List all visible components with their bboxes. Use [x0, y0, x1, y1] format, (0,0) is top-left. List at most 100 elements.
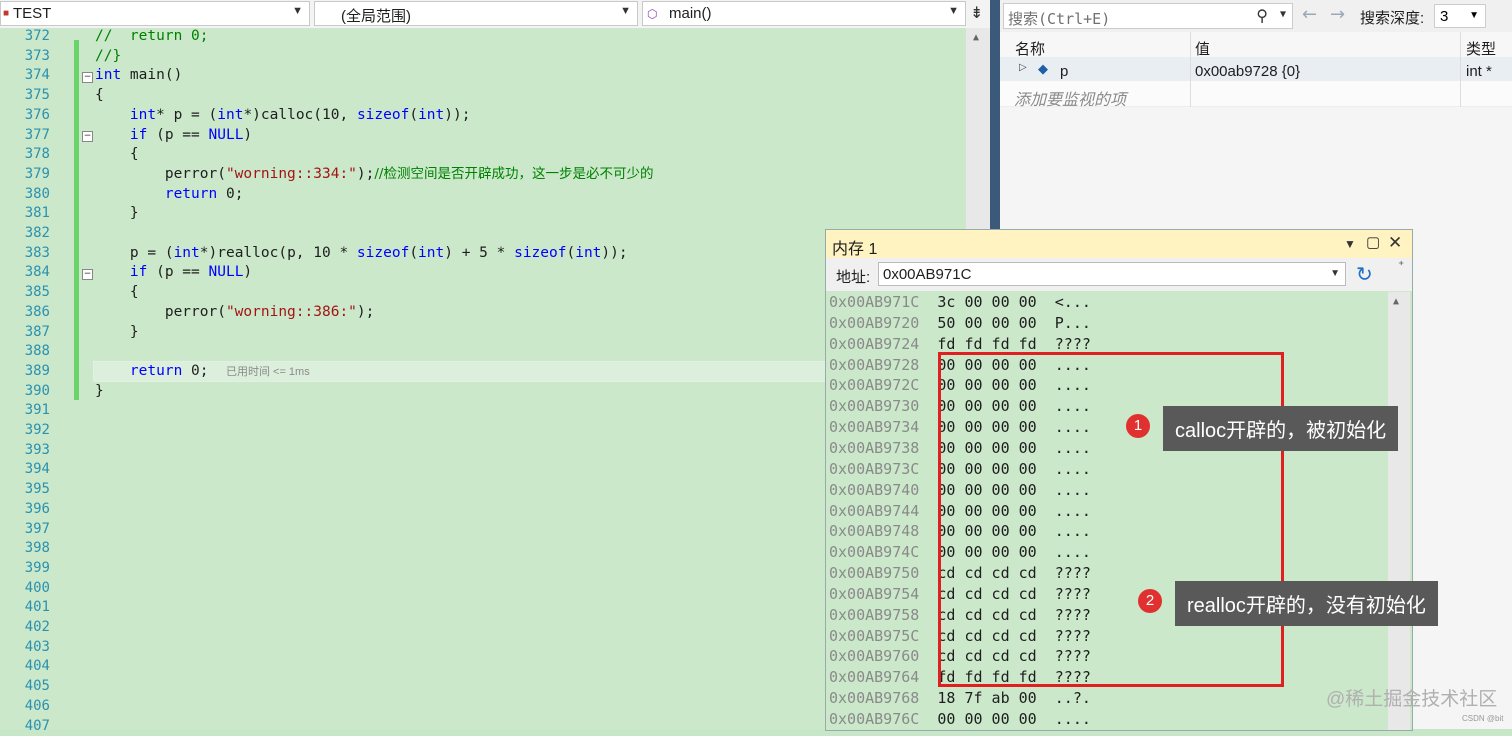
dropdown-arrow-icon[interactable]: ▼	[1344, 237, 1356, 251]
code-line: }	[95, 204, 139, 224]
search-depth-select[interactable]: 3 ▼	[1434, 4, 1486, 28]
search-placeholder: 搜索(Ctrl+E)	[1008, 8, 1110, 29]
code-line: }	[95, 382, 104, 402]
refresh-icon[interactable]: ↻	[1356, 262, 1373, 287]
memory-row-address: 0x00AB9720	[829, 314, 919, 332]
line-number: 381	[0, 204, 50, 224]
code-line: {	[95, 86, 104, 106]
address-input[interactable]: 0x00AB971C ▼	[878, 262, 1346, 286]
split-view-icon[interactable]: ⇟	[970, 3, 983, 23]
project-dropdown[interactable]: ■ TEST ▼	[0, 1, 310, 26]
annotation-badge-1: 1	[1126, 414, 1150, 438]
watch-row-value[interactable]: 0x00ab9728 {0}	[1195, 63, 1300, 80]
expand-icon[interactable]: ▷	[1019, 62, 1027, 73]
scope-dropdown[interactable]: (全局范围) ▼	[314, 1, 638, 26]
add-watch-placeholder[interactable]: 添加要监视的项	[1014, 86, 1126, 110]
address-label: 地址:	[836, 266, 870, 287]
memory-row-address: 0x00AB9730	[829, 397, 919, 415]
line-number: 404	[0, 657, 50, 677]
memory-row-bytes[interactable]: fd fd fd fd	[937, 335, 1036, 353]
column-header-type[interactable]: 类型	[1466, 38, 1496, 60]
line-number: 384	[0, 263, 50, 283]
memory-row-bytes[interactable]: 50 00 00 00	[937, 314, 1036, 332]
memory-row-address: 0x00AB9744	[829, 502, 919, 520]
memory-row-address: 0x00AB9740	[829, 481, 919, 499]
memory-scrollbar[interactable]: ▲	[1388, 292, 1410, 730]
memory-row-address: 0x00AB974C	[829, 543, 919, 561]
code-line: p = (int*)realloc(p, 10 * sizeof(int) + …	[95, 244, 628, 264]
maximize-icon[interactable]: ▢	[1366, 233, 1380, 251]
line-number: 388	[0, 342, 50, 362]
code-line: return 0;	[95, 185, 243, 205]
overflow-icon[interactable]: ⁺	[1398, 258, 1404, 272]
annotation-callout-2: realloc开辟的，没有初始化	[1175, 581, 1438, 626]
line-number: 396	[0, 500, 50, 520]
memory-row-bytes[interactable]: 3c 00 00 00	[937, 293, 1036, 311]
code-line: perror("worning::386:");	[95, 303, 374, 323]
memory-row[interactable]: 0x00AB976C 00 00 00 00 ....	[829, 709, 1091, 730]
line-number: 378	[0, 145, 50, 165]
scope-dropdown-label: (全局范围)	[341, 5, 411, 26]
memory-row-address: 0x00AB9738	[829, 439, 919, 457]
function-dropdown[interactable]: ⬡ main() ▼	[642, 1, 966, 26]
code-line: {	[95, 145, 139, 165]
code-line: //}	[95, 47, 121, 67]
watch-search-input[interactable]: 搜索(Ctrl+E) ⚲ ▼	[1003, 3, 1293, 29]
chevron-down-icon: ▼	[1330, 268, 1340, 279]
search-icon[interactable]: ⚲	[1256, 6, 1268, 25]
collapse-icon[interactable]: −	[82, 72, 93, 83]
scroll-up-icon[interactable]: ▲	[973, 32, 979, 43]
memory-row-address: 0x00AB9750	[829, 564, 919, 582]
memory-row-address: 0x00AB9748	[829, 522, 919, 540]
memory-address-bar: 地址: 0x00AB971C ▼ ↻ ⁺	[826, 258, 1412, 291]
code-editor[interactable]: − − − 3723733743753763773783793803813823…	[0, 28, 966, 729]
memory-row-bytes[interactable]: 00 00 00 00	[937, 710, 1036, 728]
collapse-icon[interactable]: −	[82, 131, 93, 142]
memory-row-address: 0x00AB971C	[829, 293, 919, 311]
annotation-badge-2: 2	[1138, 589, 1162, 613]
memory-window-titlebar[interactable]: 内存 1 ▼ ▢ ✕	[826, 230, 1412, 258]
chevron-down-icon: ▼	[1469, 10, 1479, 21]
line-number: 390	[0, 382, 50, 402]
forward-arrow-icon[interactable]: →	[1330, 4, 1345, 25]
line-number: 391	[0, 401, 50, 421]
close-icon[interactable]: ✕	[1388, 233, 1402, 253]
memory-row[interactable]: 0x00AB971C 3c 00 00 00 <...	[829, 292, 1091, 313]
collapse-icon[interactable]: −	[82, 269, 93, 280]
line-number: 395	[0, 480, 50, 500]
line-number: 392	[0, 421, 50, 441]
line-number: 377	[0, 126, 50, 146]
column-header-name[interactable]: 名称	[1015, 38, 1045, 60]
line-number: 406	[0, 697, 50, 717]
memory-row-address: 0x00AB975C	[829, 627, 919, 645]
project-dropdown-label: TEST	[13, 5, 51, 22]
line-number: 405	[0, 677, 50, 697]
line-number: 393	[0, 441, 50, 461]
line-number: 374	[0, 66, 50, 86]
back-arrow-icon[interactable]: ←	[1302, 4, 1317, 25]
elapsed-time-hint: 已用时间 <= 1ms	[226, 366, 310, 378]
memory-row-chars: ????	[1055, 335, 1091, 353]
memory-row[interactable]: 0x00AB9768 18 7f ab 00 ..?.	[829, 688, 1091, 709]
memory-row-address: 0x00AB9724	[829, 335, 919, 353]
line-number: 376	[0, 106, 50, 126]
scroll-up-icon[interactable]: ▲	[1393, 296, 1399, 307]
line-number: 372	[0, 27, 50, 47]
line-number: 387	[0, 323, 50, 343]
memory-row-bytes[interactable]: 18 7f ab 00	[937, 689, 1036, 707]
watch-row-name[interactable]: p	[1060, 63, 1068, 80]
line-number-gutter: 3723733743753763773783793803813823833843…	[0, 28, 52, 729]
memory-row[interactable]: 0x00AB9720 50 00 00 00 P...	[829, 313, 1091, 334]
line-number: 373	[0, 47, 50, 67]
annotation-callout-1: calloc开辟的，被初始化	[1163, 406, 1398, 451]
watermark: @稀土掘金技术社区	[1326, 684, 1497, 711]
memory-row-address: 0x00AB9734	[829, 418, 919, 436]
chevron-down-icon: ▼	[292, 5, 303, 17]
memory-row-address: 0x00AB9764	[829, 668, 919, 686]
column-header-value[interactable]: 值	[1195, 38, 1210, 60]
code-line: // return 0;	[95, 27, 209, 47]
memory-row-address: 0x00AB973C	[829, 460, 919, 478]
line-number: 379	[0, 165, 50, 185]
change-tracking-bar	[74, 40, 79, 400]
chevron-down-icon[interactable]: ▼	[1280, 9, 1286, 20]
